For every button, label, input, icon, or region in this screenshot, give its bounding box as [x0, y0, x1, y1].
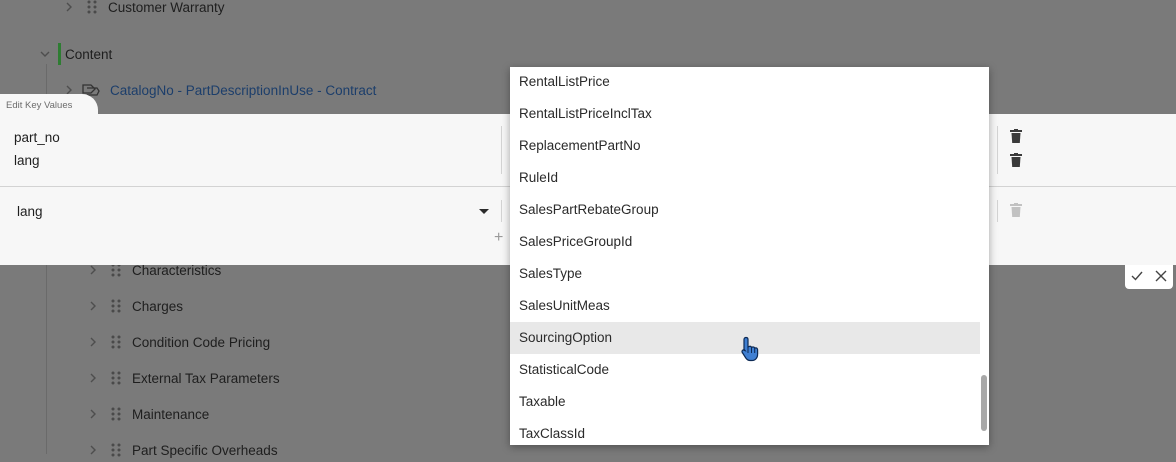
chevron-right-icon[interactable]	[86, 299, 100, 313]
tree-node-label: External Tax Parameters	[132, 370, 280, 386]
drag-handle-icon[interactable]	[110, 443, 122, 457]
drag-handle-icon[interactable]	[110, 407, 122, 421]
chevron-right-icon[interactable]	[62, 0, 76, 14]
trash-icon[interactable]	[1010, 153, 1022, 167]
dropdown-option[interactable]: RuleId	[510, 162, 980, 194]
add-key-button[interactable]: +	[494, 229, 503, 247]
tree-node[interactable]: Condition Code Pricing	[86, 330, 270, 354]
chevron-right-icon[interactable]	[86, 443, 100, 457]
trash-icon[interactable]	[1010, 129, 1022, 143]
dropdown-option[interactable]: RentalListPriceInclTax	[510, 98, 980, 130]
chevron-right-icon[interactable]	[86, 335, 100, 349]
dropdown-option[interactable]: TaxClassId	[510, 418, 980, 445]
column-divider	[501, 126, 502, 174]
catalog-link[interactable]: CatalogNo - PartDescriptionInUse - Contr…	[110, 83, 376, 98]
column-divider	[501, 200, 502, 222]
check-icon[interactable]	[1131, 270, 1143, 285]
tree-node[interactable]: Part Specific Overheads	[86, 438, 278, 462]
pointer-cursor-icon	[740, 336, 760, 362]
column-divider	[997, 200, 998, 222]
tree-node-label: Charges	[132, 298, 184, 314]
dialog-title: Edit Key Values	[6, 100, 73, 111]
tree-node-label: Condition Code Pricing	[132, 334, 271, 350]
close-icon[interactable]	[1155, 270, 1167, 285]
drag-handle-icon[interactable]	[86, 0, 98, 14]
key-item[interactable]: part_no	[14, 130, 60, 145]
tree-node-customer-warranty[interactable]: Customer Warranty	[62, 0, 225, 19]
tree-node[interactable]: External Tax Parameters	[86, 366, 280, 390]
tree-node[interactable]: Charges	[86, 294, 183, 318]
key-item[interactable]: lang	[14, 153, 40, 168]
scrollbar-thumb[interactable]	[981, 375, 987, 431]
key-select-value: lang	[17, 204, 43, 219]
chevron-right-icon[interactable]	[86, 263, 100, 277]
dropdown-option[interactable]: Taxable	[510, 386, 980, 418]
dropdown-option[interactable]: ReplacementPartNo	[510, 130, 980, 162]
column-divider	[997, 126, 998, 174]
drag-handle-icon[interactable]	[110, 263, 122, 277]
tree-node-label: Part Specific Overheads	[132, 442, 278, 458]
key-select[interactable]: lang	[17, 203, 493, 225]
selected-marker	[58, 43, 61, 65]
chevron-right-icon[interactable]	[86, 407, 100, 421]
dropdown-option[interactable]: SalesType	[510, 258, 980, 290]
dropdown-option[interactable]: SalesPartRebateGroup	[510, 194, 980, 226]
chevron-down-icon[interactable]	[479, 209, 489, 214]
dropdown-option[interactable]: SalesPriceGroupId	[510, 226, 980, 258]
chevron-right-icon[interactable]	[86, 371, 100, 385]
dropdown-option[interactable]: RentalListPrice	[510, 67, 980, 98]
tree-node-catalog[interactable]: CatalogNo - PartDescriptionInUse - Contr…	[62, 78, 376, 102]
drag-handle-icon[interactable]	[110, 299, 122, 313]
tree-node-content[interactable]: Content	[38, 42, 112, 66]
tree-node-label: Maintenance	[132, 406, 210, 422]
tree-node-label: Customer Warranty	[108, 0, 225, 15]
trash-icon	[1010, 203, 1022, 217]
drag-handle-icon[interactable]	[110, 335, 122, 349]
dropdown-option[interactable]: SalesUnitMeas	[510, 290, 980, 322]
confirm-actions	[1125, 265, 1173, 289]
drag-handle-icon[interactable]	[110, 371, 122, 385]
tree-node-label: Content	[65, 46, 113, 62]
chevron-down-icon[interactable]	[38, 47, 52, 61]
tree-node[interactable]: Maintenance	[86, 402, 209, 426]
field-dropdown-list[interactable]: RentalListPrice RentalListPriceInclTax R…	[510, 67, 989, 445]
